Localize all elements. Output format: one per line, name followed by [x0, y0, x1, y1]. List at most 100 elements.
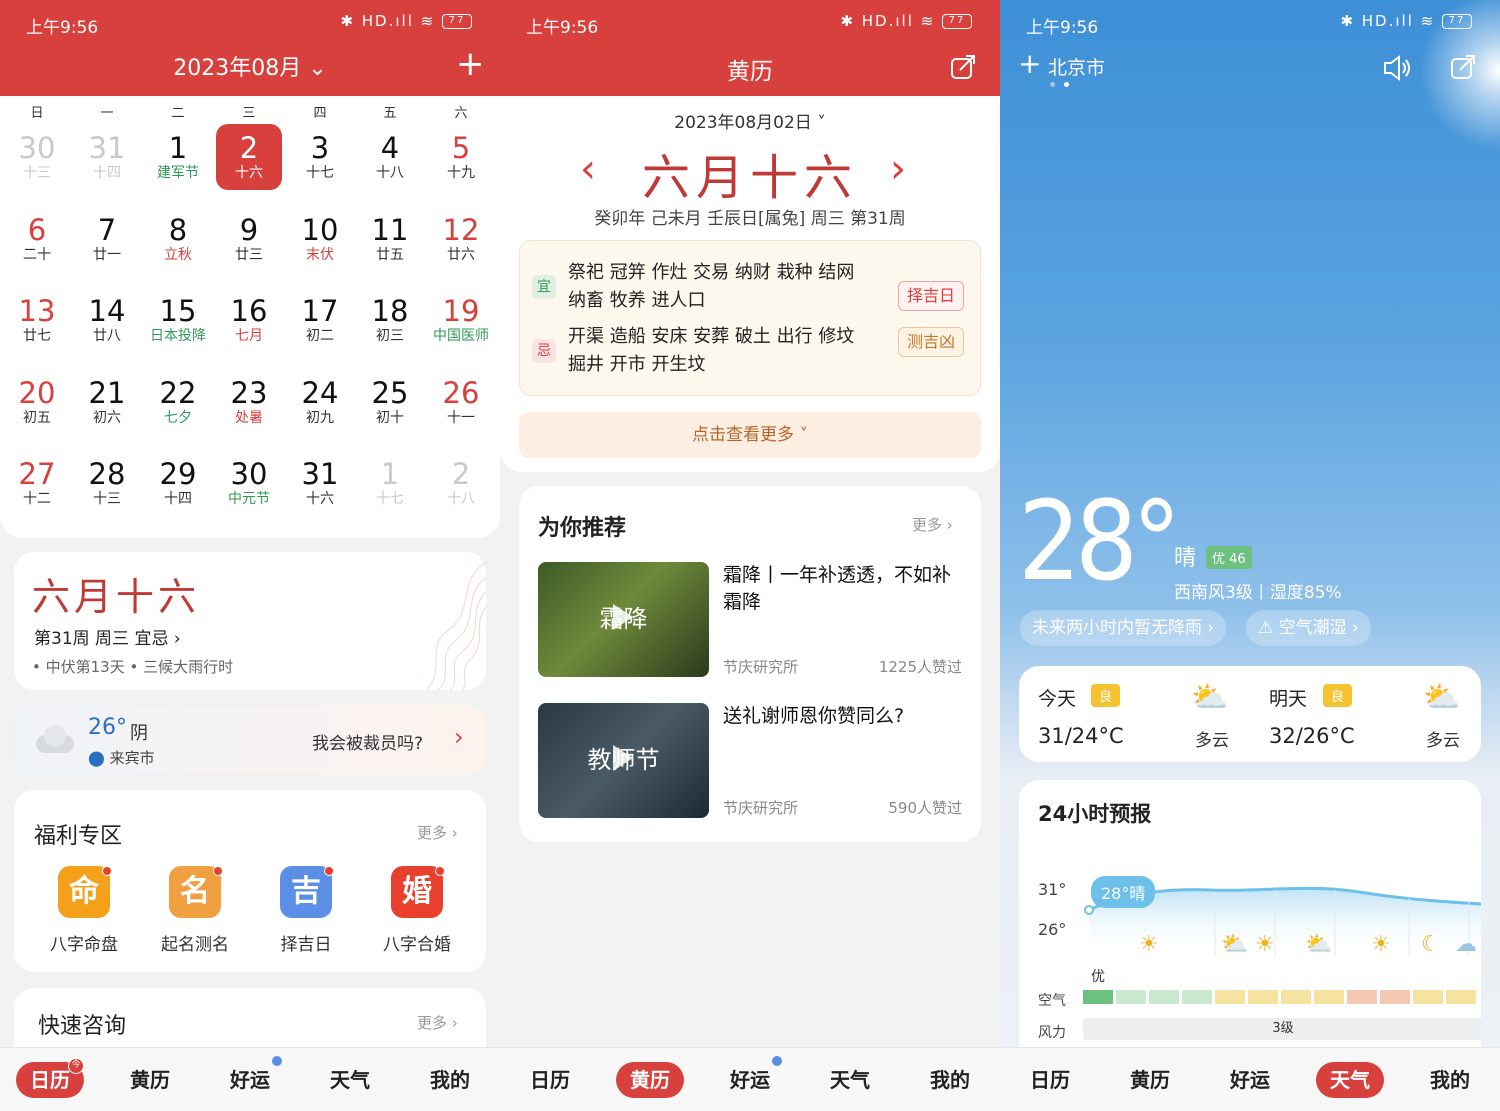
add-event-icon[interactable]: + — [456, 44, 485, 84]
tab-mine[interactable]: 我的 — [1416, 1062, 1484, 1098]
tab-calendar[interactable]: 日历 — [516, 1062, 584, 1098]
city-name[interactable]: 北京市 — [1048, 53, 1105, 80]
weather-question-link[interactable]: 我会被裁员吗? — [312, 729, 423, 754]
tab-weather[interactable]: 天气 — [816, 1062, 884, 1098]
tab-weather[interactable]: 天气 — [1316, 1062, 1384, 1098]
tab-weather[interactable]: 天气 — [316, 1062, 384, 1098]
calendar-day[interactable]: 28 十三 — [74, 450, 140, 516]
calendar-day[interactable]: 30 中元节 — [216, 450, 282, 516]
calendar-day[interactable]: 6 二十 — [4, 206, 70, 272]
welfare-tile-label[interactable]: 择吉日 — [251, 930, 361, 955]
hourly-weather-icon: ☾ — [1421, 932, 1441, 957]
play-icon[interactable] — [613, 604, 633, 630]
date-selector[interactable]: 2023年08月02日 ˅ — [500, 108, 1000, 133]
calendar-day[interactable]: 10 末伏 — [287, 206, 353, 272]
day-number: 6 — [27, 212, 47, 247]
ceji-button[interactable]: 测吉凶 — [898, 327, 964, 357]
calendar-day[interactable]: 22 七夕 — [145, 369, 211, 435]
today-range: 31/24°C — [1038, 724, 1124, 748]
calendar-day[interactable]: 1 十七 — [357, 450, 423, 516]
calendar-day[interactable]: 2 十八 — [428, 450, 494, 516]
calendar-day[interactable]: 13 廿七 — [4, 287, 70, 353]
article-item[interactable]: 教师节 送礼谢师恩你赞同么? 节庆研究所 590人赞过 — [519, 703, 981, 821]
calendar-day[interactable]: 2 十六 — [216, 124, 282, 190]
tab-calendar[interactable]: 日历 — [1016, 1062, 1084, 1098]
lunar-card[interactable]: 六月十六 第31周 周三 宜忌 › • 中伏第13天 • 三候大雨行时 — [14, 552, 486, 690]
weekday-header: 一 — [100, 106, 114, 121]
article-title[interactable]: 送礼谢师恩你赞同么? — [723, 703, 963, 730]
tab-luck[interactable]: 好运 — [716, 1062, 784, 1098]
welfare-tile-label[interactable]: 起名测名 — [140, 930, 250, 955]
calendar-day[interactable]: 17 初二 — [287, 287, 353, 353]
calendar-day[interactable]: 9 廿三 — [216, 206, 282, 272]
calendar-day[interactable]: 12 廿六 — [428, 206, 494, 272]
recommend-more-link[interactable]: 更多 › — [912, 514, 953, 535]
chevron-right-icon[interactable]: › — [454, 723, 464, 751]
calendar-day[interactable]: 1 建军节 — [145, 124, 211, 190]
tomorrow-condition: 多云 — [1426, 731, 1460, 751]
tab-huangli[interactable]: 黄历 — [116, 1062, 184, 1098]
bottom-tabbar: 日历 今 黄历 好运 天气 我的 — [0, 1047, 500, 1111]
calendar-day[interactable]: 15 日本投降 — [145, 287, 211, 353]
consult-more-link[interactable]: 更多 › — [417, 1012, 458, 1033]
calendar-day[interactable]: 16 七月 — [216, 287, 282, 353]
calendar-day[interactable]: 29 十四 — [145, 450, 211, 516]
calendar-day[interactable]: 11 廿五 — [357, 206, 423, 272]
article-item[interactable]: 霜降 霜降丨一年补透透，不如补霜降 节庆研究所 1225人赞过 — [519, 562, 981, 680]
calendar-day[interactable]: 24 初九 — [287, 369, 353, 435]
rain-forecast-pill[interactable]: 未来两小时内暂无降雨 › — [1020, 610, 1227, 646]
tab-huangli[interactable]: 黄历 — [616, 1062, 684, 1098]
play-icon[interactable] — [613, 745, 633, 771]
zeji-button[interactable]: 择吉日 — [898, 281, 964, 311]
lunar-day: 初九 — [306, 409, 334, 426]
add-city-icon[interactable]: + — [1018, 50, 1041, 78]
calendar-day[interactable]: 25 初十 — [357, 369, 423, 435]
calendar-day[interactable]: 27 十二 — [4, 450, 70, 516]
calendar-day[interactable]: 31 十四 — [74, 124, 140, 190]
tab-huangli[interactable]: 黄历 — [1116, 1062, 1184, 1098]
notification-dot — [272, 1056, 282, 1066]
article-title[interactable]: 霜降丨一年补透透，不如补霜降 — [723, 562, 963, 616]
lunar-day: 初十 — [376, 409, 404, 426]
calendar-day[interactable]: 26 十一 — [428, 369, 494, 435]
tab-luck[interactable]: 好运 — [216, 1062, 284, 1098]
welfare-more-link[interactable]: 更多 › — [417, 822, 458, 843]
calendar-day[interactable]: 21 初六 — [74, 369, 140, 435]
calendar-day[interactable]: 23 处暑 — [216, 369, 282, 435]
cloud-icon — [32, 723, 76, 753]
decor-waves-icon — [425, 561, 486, 690]
tab-mine[interactable]: 我的 — [416, 1062, 484, 1098]
welfare-title: 福利专区 — [34, 824, 123, 849]
calendar-day[interactable]: 31 十六 — [287, 450, 353, 516]
daily-summary-card[interactable]: 今天 良 31/24°C ⛅ 多云 明天 良 32/26°C ⛅ 多云 — [1019, 666, 1481, 762]
calendar-day[interactable]: 18 初三 — [357, 287, 423, 353]
share-icon[interactable] — [950, 54, 976, 80]
calendar-day[interactable]: 19 中国医师 — [428, 287, 494, 353]
month-selector[interactable]: 2023年08月 ⌄ — [0, 50, 500, 82]
calendar-day[interactable]: 5 十九 — [428, 124, 494, 190]
calendar-day[interactable]: 20 初五 — [4, 369, 70, 435]
calendar-day[interactable]: 30 十三 — [4, 124, 70, 190]
calendar-day[interactable]: 8 立秋 — [145, 206, 211, 272]
tab-luck[interactable]: 好运 — [1216, 1062, 1284, 1098]
lunar-day: 初五 — [23, 409, 51, 426]
tab-mine[interactable]: 我的 — [916, 1062, 984, 1098]
day-number: 25 — [371, 375, 409, 410]
page-title: 黄历 — [727, 59, 773, 85]
speaker-icon[interactable] — [1382, 54, 1412, 82]
calendar-day[interactable]: 4 十八 — [357, 124, 423, 190]
calendar-day[interactable]: 7 廿一 — [74, 206, 140, 272]
calendar-day[interactable]: 14 廿八 — [74, 287, 140, 353]
calendar-day[interactable]: 3 十七 — [287, 124, 353, 190]
welfare-tile-label[interactable]: 八字命盘 — [29, 930, 139, 955]
week-info[interactable]: 第31周 周三 宜忌 › — [34, 624, 181, 649]
today-quality: 良 — [1091, 684, 1121, 707]
lunar-day: 十七 — [376, 491, 404, 507]
day-number: 14 — [88, 294, 126, 328]
battery-icon: 77 — [1442, 14, 1472, 29]
see-more-button[interactable]: 点击查看更多 ˅ — [519, 412, 981, 458]
weather-mini-card[interactable]: 26° 阴 ⬤ 来宾市 我会被裁员吗? › — [14, 705, 486, 775]
humidity-alert-pill[interactable]: ⚠ 空气潮湿 › — [1246, 610, 1371, 646]
share-icon[interactable] — [1450, 54, 1476, 80]
welfare-tile-label[interactable]: 八字合婚 — [362, 930, 472, 955]
